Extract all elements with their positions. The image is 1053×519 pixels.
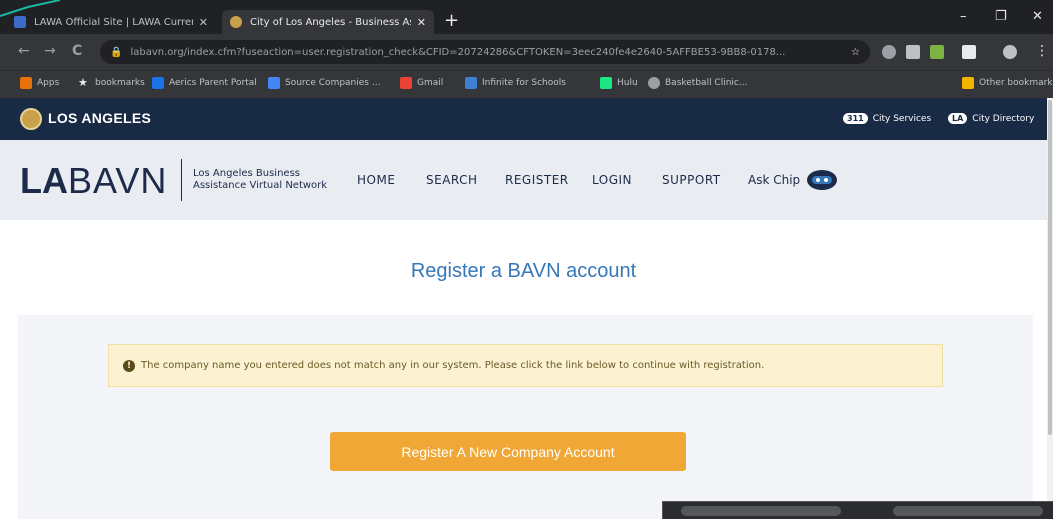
minimize-button[interactable]: – (960, 9, 967, 24)
page-title: Register a BAVN account (410, 260, 637, 282)
scrollbar-thumb[interactable] (1048, 100, 1052, 435)
window-preview-overlay (662, 501, 1053, 519)
preview-tab-bar (893, 506, 1043, 516)
nav-ask-chip[interactable]: Ask Chip (748, 173, 800, 187)
preview-tab-bar (681, 506, 841, 516)
chip-robot-icon[interactable] (805, 166, 839, 192)
lawa-favicon-icon (14, 16, 26, 28)
address-bar[interactable]: 🔒 labavn.org/index.cfm?fuseaction=user.r… (100, 40, 870, 64)
city-name[interactable]: LOS ANGELES (48, 110, 151, 126)
tab-labavn[interactable]: City of Los Angeles - Business Ass... ✕ (222, 10, 434, 34)
bookmark-hulu[interactable]: Hulu (600, 77, 638, 89)
back-button[interactable]: ← (18, 43, 30, 59)
311-badge: 311 (843, 113, 868, 124)
extension-icon[interactable] (906, 45, 920, 59)
city-services-link[interactable]: 311 City Services (843, 113, 931, 124)
city-header: LOS ANGELES 311 City Services LA City Di… (0, 98, 1047, 140)
extension-icon[interactable] (882, 45, 896, 59)
close-tab-icon[interactable]: ✕ (417, 16, 426, 29)
nav-register[interactable]: REGISTER (505, 173, 569, 187)
bookmark-other[interactable]: Other bookmarks (962, 77, 1053, 89)
alert-message: The company name you entered does not ma… (141, 360, 765, 371)
site-nav: LABAVN Los Angeles Business Assistance V… (0, 140, 1047, 220)
la-badge: LA (948, 113, 968, 124)
nav-search[interactable]: SEARCH (426, 173, 478, 187)
register-new-company-button[interactable]: Register A New Company Account (330, 432, 686, 471)
reload-button[interactable]: C (72, 43, 82, 59)
main-content: Register a BAVN account ! The company na… (0, 220, 1047, 519)
folder-icon (962, 77, 974, 89)
url-text: labavn.org/index.cfm?fuseaction=user.reg… (130, 46, 786, 58)
maximize-button[interactable]: ❐ (995, 9, 1007, 24)
extension-icon[interactable] (930, 45, 944, 59)
logo-tagline: Los Angeles Business Assistance Virtual … (193, 168, 328, 191)
bookmark-apps[interactable]: Apps (20, 77, 59, 89)
extension-icon[interactable] (962, 45, 976, 59)
browser-toolbar: ← → C 🔒 labavn.org/index.cfm?fuseaction=… (0, 34, 1053, 70)
bookmark-infinite[interactable]: Infinite for Schools (465, 77, 566, 89)
lock-icon: 🔒 (110, 46, 123, 58)
city-seal-icon (20, 108, 42, 130)
la-seal-favicon-icon (230, 16, 242, 28)
browser-titlebar: LAWA Official Site | LAWA Current... ✕ C… (0, 0, 1053, 34)
tab-lawa[interactable]: LAWA Official Site | LAWA Current... ✕ (6, 10, 216, 34)
close-window-button[interactable]: ✕ (1032, 9, 1043, 24)
warning-alert: ! The company name you entered does not … (108, 344, 943, 387)
labavn-logo[interactable]: LABAVN (20, 161, 167, 201)
city-directory-link[interactable]: LA City Directory (948, 113, 1034, 124)
chrome-menu-icon[interactable]: ⋮ (1035, 43, 1049, 59)
close-tab-icon[interactable]: ✕ (199, 16, 208, 29)
bookmark-folder[interactable]: ★ bookmarks (78, 77, 145, 89)
apps-grid-icon (20, 77, 32, 89)
nav-login[interactable]: LOGIN (592, 173, 632, 187)
bookmark-basketball[interactable]: Basketball Clinic... (648, 77, 747, 89)
hulu-icon (600, 77, 612, 89)
forward-button[interactable]: → (44, 43, 56, 59)
source-icon (268, 77, 280, 89)
logo-divider (181, 159, 182, 201)
gmail-icon (400, 77, 412, 89)
bookmarks-bar: Apps ★ bookmarks Aerics Parent Portal Sou… (0, 70, 1053, 98)
bookmark-source[interactable]: Source Companies ... (268, 77, 380, 89)
new-tab-button[interactable]: + (444, 12, 459, 30)
infinite-icon (465, 77, 477, 89)
exclamation-icon: ! (123, 359, 135, 372)
tab-title: City of Los Angeles - Business Ass... (250, 16, 411, 28)
aeries-icon (152, 77, 164, 89)
nav-support[interactable]: SUPPORT (662, 173, 721, 187)
bookmark-aeries[interactable]: Aerics Parent Portal (152, 77, 257, 89)
bookmark-gmail[interactable]: Gmail (400, 77, 443, 89)
globe-icon (648, 77, 660, 89)
registration-panel: ! The company name you entered does not … (18, 315, 1033, 519)
nav-home[interactable]: HOME (357, 173, 395, 187)
tab-title: LAWA Official Site | LAWA Current... (34, 16, 193, 28)
star-icon: ★ (78, 76, 88, 89)
profile-avatar[interactable] (1003, 45, 1017, 59)
bookmark-star-icon[interactable]: ☆ (851, 47, 860, 58)
